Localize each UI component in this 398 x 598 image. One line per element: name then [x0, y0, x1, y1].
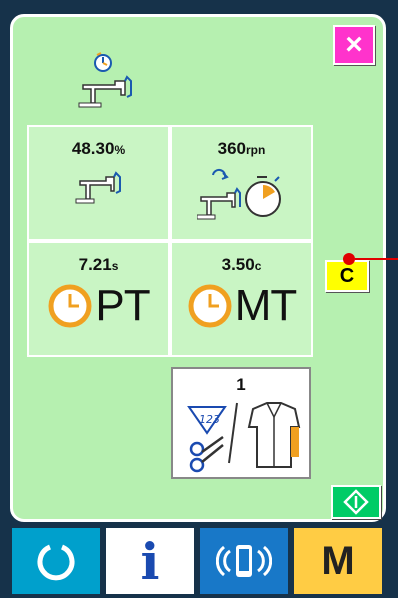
sewing-machine-icon	[75, 171, 121, 204]
ready-button[interactable]	[331, 485, 381, 519]
communication-button[interactable]	[200, 528, 288, 594]
speed-unit: rpn	[246, 143, 266, 157]
machine-time-unit: c	[254, 259, 262, 273]
pitch-time-unit: s	[111, 259, 119, 273]
power-cycle-icon	[37, 544, 75, 581]
speed-value: 360	[217, 139, 247, 158]
counter-value: 1	[236, 375, 246, 394]
sewing-machine-timer-icon	[75, 51, 135, 113]
ready-diamond-icon	[343, 489, 369, 515]
machine-time-label: MT	[234, 281, 298, 330]
c-button-callout-line	[355, 258, 398, 260]
stat-pitch-time: 7.21s PT	[27, 241, 170, 357]
mode-icon: M	[321, 538, 355, 583]
c-button-callout-dot	[343, 253, 355, 265]
data-display-screen: × 48.30% 360rpn 7.21s PT 3.50c MT C 1 12…	[10, 14, 386, 522]
close-button[interactable]: ×	[333, 25, 375, 65]
operating-rate-unit: %	[114, 143, 126, 157]
sewing-speed-timer-icon	[196, 168, 281, 220]
counter-scissors-shirt-icon: 123	[187, 402, 301, 473]
power-cycle-button[interactable]	[12, 528, 100, 594]
stat-operating-rate: 48.30%	[27, 125, 170, 241]
stat-machine-time: 3.50c MT	[170, 241, 313, 357]
information-button[interactable]: i	[106, 528, 194, 594]
communication-icon	[216, 545, 272, 577]
clock-icon	[48, 284, 92, 328]
c-button-label: C	[339, 264, 355, 287]
stats-grid: 48.30% 360rpn 7.21s PT 3.50c MT	[27, 125, 313, 357]
info-icon: i	[140, 531, 160, 591]
svg-text:123: 123	[199, 413, 220, 426]
operating-rate-value: 48.30	[71, 139, 115, 158]
device-frame: × 48.30% 360rpn 7.21s PT 3.50c MT C 1 12…	[0, 0, 398, 598]
counter-button[interactable]: 1 123	[171, 367, 311, 479]
machine-time-value: 3.50	[221, 255, 255, 274]
mode-button[interactable]: M	[294, 528, 382, 594]
stat-speed: 360rpn	[170, 125, 313, 241]
close-icon: ×	[345, 28, 363, 61]
bottom-bar: i M	[10, 524, 388, 598]
pitch-time-value: 7.21	[78, 255, 112, 274]
clock-icon	[188, 284, 232, 328]
pitch-time-label: PT	[95, 281, 150, 330]
